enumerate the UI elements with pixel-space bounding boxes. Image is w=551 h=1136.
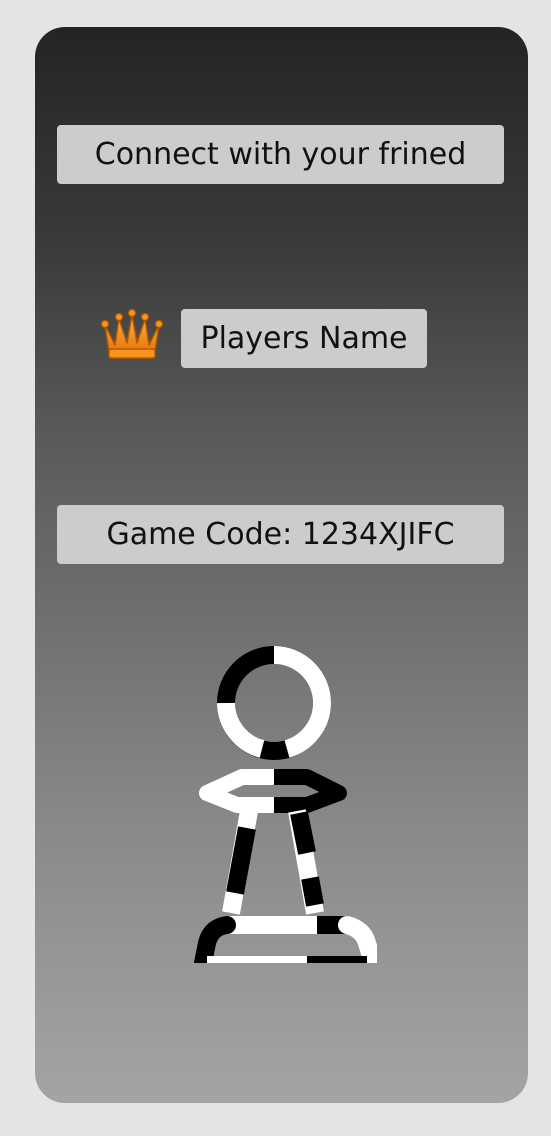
- crown-icon: [100, 308, 164, 359]
- connect-title: Connect with your frined: [57, 125, 504, 184]
- player-name-field[interactable]: Players Name: [181, 309, 427, 368]
- connect-card: Connect with your frined Players Name Ga…: [35, 27, 528, 1103]
- chess-pawn-icon: [194, 646, 377, 963]
- game-code-display: Game Code: 1234XJIFC: [57, 505, 504, 564]
